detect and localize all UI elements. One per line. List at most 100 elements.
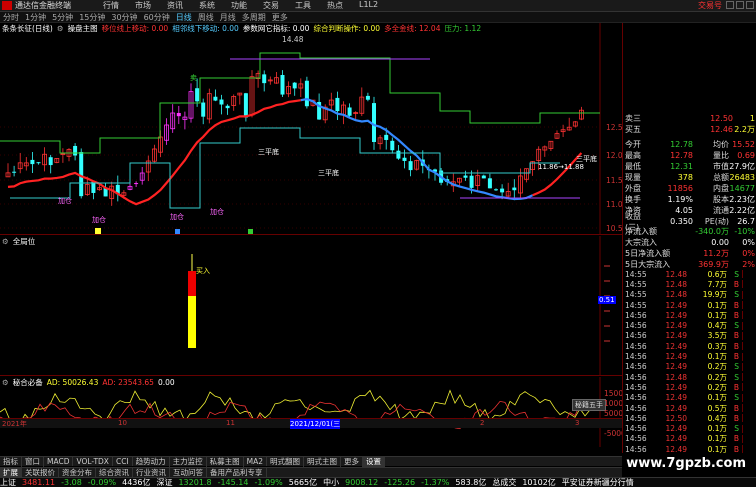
tick-price: 12.48 [665, 279, 687, 289]
tab[interactable]: CCI [113, 457, 133, 466]
secret-button[interactable]: 秘籍五手 [572, 399, 606, 411]
candle-body [390, 140, 395, 151]
candle-body [280, 74, 285, 95]
period-tab[interactable]: 分时 [0, 12, 22, 23]
period-tab[interactable]: 周线 [195, 12, 217, 23]
period-tab[interactable]: 多周期 [239, 12, 269, 23]
candle-body [494, 189, 498, 191]
menu-item-hot[interactable]: 热点 [319, 0, 351, 11]
tick-direction: B [733, 279, 739, 289]
tick-row: 14:56 12.49 0.1万 B [625, 310, 755, 320]
minimize-icon[interactable] [726, 1, 734, 9]
stat-value: 11856 [667, 184, 693, 193]
marker [95, 228, 101, 234]
tab-settings[interactable]: 设置 [363, 456, 386, 467]
period-tab-daily[interactable]: 日线 [173, 12, 195, 23]
tab[interactable]: 明式主图 [304, 456, 342, 467]
date-label: 11 [226, 419, 235, 427]
tab[interactable]: 窗口 [22, 456, 44, 467]
candle-body [463, 175, 468, 178]
indicator-pane[interactable]: ⚙ 秘合必备 AD: 50026.43 AD: 23543.65 0.00 秘籍… [0, 377, 628, 447]
stat-value: 2.23亿 [729, 195, 755, 204]
menu-item-function[interactable]: 功能 [223, 0, 255, 11]
candle-body [469, 175, 474, 188]
candle-body [201, 102, 206, 117]
menu-item-quotes[interactable]: 行情 [95, 0, 127, 11]
tick-price: 12.49 [665, 362, 687, 372]
tick-direction: B [733, 331, 739, 341]
menu-item-news[interactable]: 资讯 [159, 0, 191, 11]
total-label: 总成交 [492, 478, 517, 487]
stat-label: 现量 [625, 173, 641, 182]
close-icon[interactable] [746, 1, 754, 9]
tab[interactable]: MACD [44, 457, 74, 466]
tab[interactable]: VOL-TDX [73, 457, 113, 466]
stat-value: 27.9亿 [729, 162, 755, 171]
tick-price: 12.49 [665, 310, 687, 320]
index-label[interactable]: 中小 [323, 477, 339, 487]
chart-area[interactable]: 条条长征(日线) ⚙ 操盘主图 移位线上移动: 0.00 相邻线下移动: 0.0… [0, 23, 628, 478]
tick-time: 14:56 [625, 321, 647, 331]
stat-label: 内盘 [713, 184, 729, 193]
flow-label: 大宗流入 [625, 238, 657, 247]
annotation-label: 加仓 [170, 213, 184, 221]
candle-body [36, 162, 41, 164]
quote-row: 买五 12.46 2.2万 [625, 125, 755, 134]
candlestick-chart[interactable] [0, 23, 622, 235]
tick-row: 14:56 12.49 0.1万 S [625, 424, 755, 434]
index-change: -145.14 [217, 478, 249, 487]
volume-chart[interactable] [0, 236, 622, 376]
index-label[interactable]: 上证 [0, 477, 16, 487]
tick-row: 14:56 12.49 3.5万 B [625, 331, 755, 341]
main-price-pane[interactable]: 条条长征(日线) ⚙ 操盘主图 移位线上移动: 0.00 相邻线下移动: 0.0… [0, 23, 627, 235]
tab[interactable]: 私募主图 [207, 456, 244, 467]
tab[interactable]: MA2 [244, 457, 268, 466]
tick-time: 14:55 [625, 269, 647, 279]
period-tab[interactable]: 30分钟 [108, 12, 140, 23]
watermark-text: www.7gpzb.com [626, 456, 746, 471]
tab[interactable]: 主力监控 [170, 456, 207, 467]
tab[interactable]: 更多 [341, 456, 364, 467]
trade-account-label[interactable]: 交易号 [698, 0, 722, 11]
period-tab[interactable]: 15分钟 [76, 12, 108, 23]
index-label[interactable]: 深证 [156, 477, 172, 487]
stat-label: 最高 [625, 151, 641, 160]
menu-item-system[interactable]: 系统 [191, 0, 223, 11]
tick-price: 12.49 [665, 352, 687, 362]
candle-body [292, 82, 297, 89]
candle-body [30, 159, 35, 165]
candle-body [48, 157, 53, 166]
candle-body [91, 181, 96, 193]
tab[interactable]: 指标 [0, 456, 22, 467]
menu-item-l1l2[interactable]: L1L2 [351, 0, 386, 11]
maximize-icon[interactable] [736, 1, 744, 9]
period-tab[interactable]: 1分钟 [22, 12, 49, 23]
period-tab[interactable]: 5分钟 [49, 12, 76, 23]
volume-pane[interactable]: ⚙ 全局位 买入 0.51 [0, 236, 622, 376]
stat-value: 26483 [729, 173, 755, 182]
period-tab[interactable]: 月线 [217, 12, 239, 23]
candle-body [304, 80, 309, 107]
stat-value: 2.22亿 [729, 206, 755, 215]
tab[interactable]: 明式翻图 [267, 456, 305, 467]
stat-row: 最低 12.31 市值 27.9亿 [625, 161, 755, 172]
menu-item-trade[interactable]: 交易 [255, 0, 287, 11]
menu-item-tools[interactable]: 工具 [287, 0, 319, 11]
tick-direction: S [734, 424, 739, 434]
period-bar: 分时 1分钟 5分钟 15分钟 30分钟 60分钟 日线 周线 月线 多周期 更… [0, 12, 756, 23]
period-tab[interactable]: 60分钟 [141, 12, 173, 23]
menu-item-market[interactable]: 市场 [127, 0, 159, 11]
period-tab[interactable]: 更多 [269, 12, 291, 23]
cursor-date-label: 2021/12/01(三 [290, 419, 341, 429]
bottom-tabs: 指标 窗口 MACD VOL-TDX CCI 趋势动力 主力监控 私募主图 MA… [0, 456, 622, 467]
stat-value: 15.52 [732, 140, 755, 149]
candle-body [347, 107, 352, 116]
tab[interactable]: 趋势动力 [133, 456, 170, 467]
tick-row: 14:55 12.48 0.6万 S [625, 269, 755, 279]
tick-time: 14:55 [625, 279, 647, 289]
annotation-label: 加仓 [92, 216, 106, 224]
marker [248, 229, 253, 234]
stat-label: 总额 [713, 173, 729, 182]
stat-value: 4.05 [675, 206, 693, 215]
indicator-chart[interactable] [0, 377, 622, 447]
